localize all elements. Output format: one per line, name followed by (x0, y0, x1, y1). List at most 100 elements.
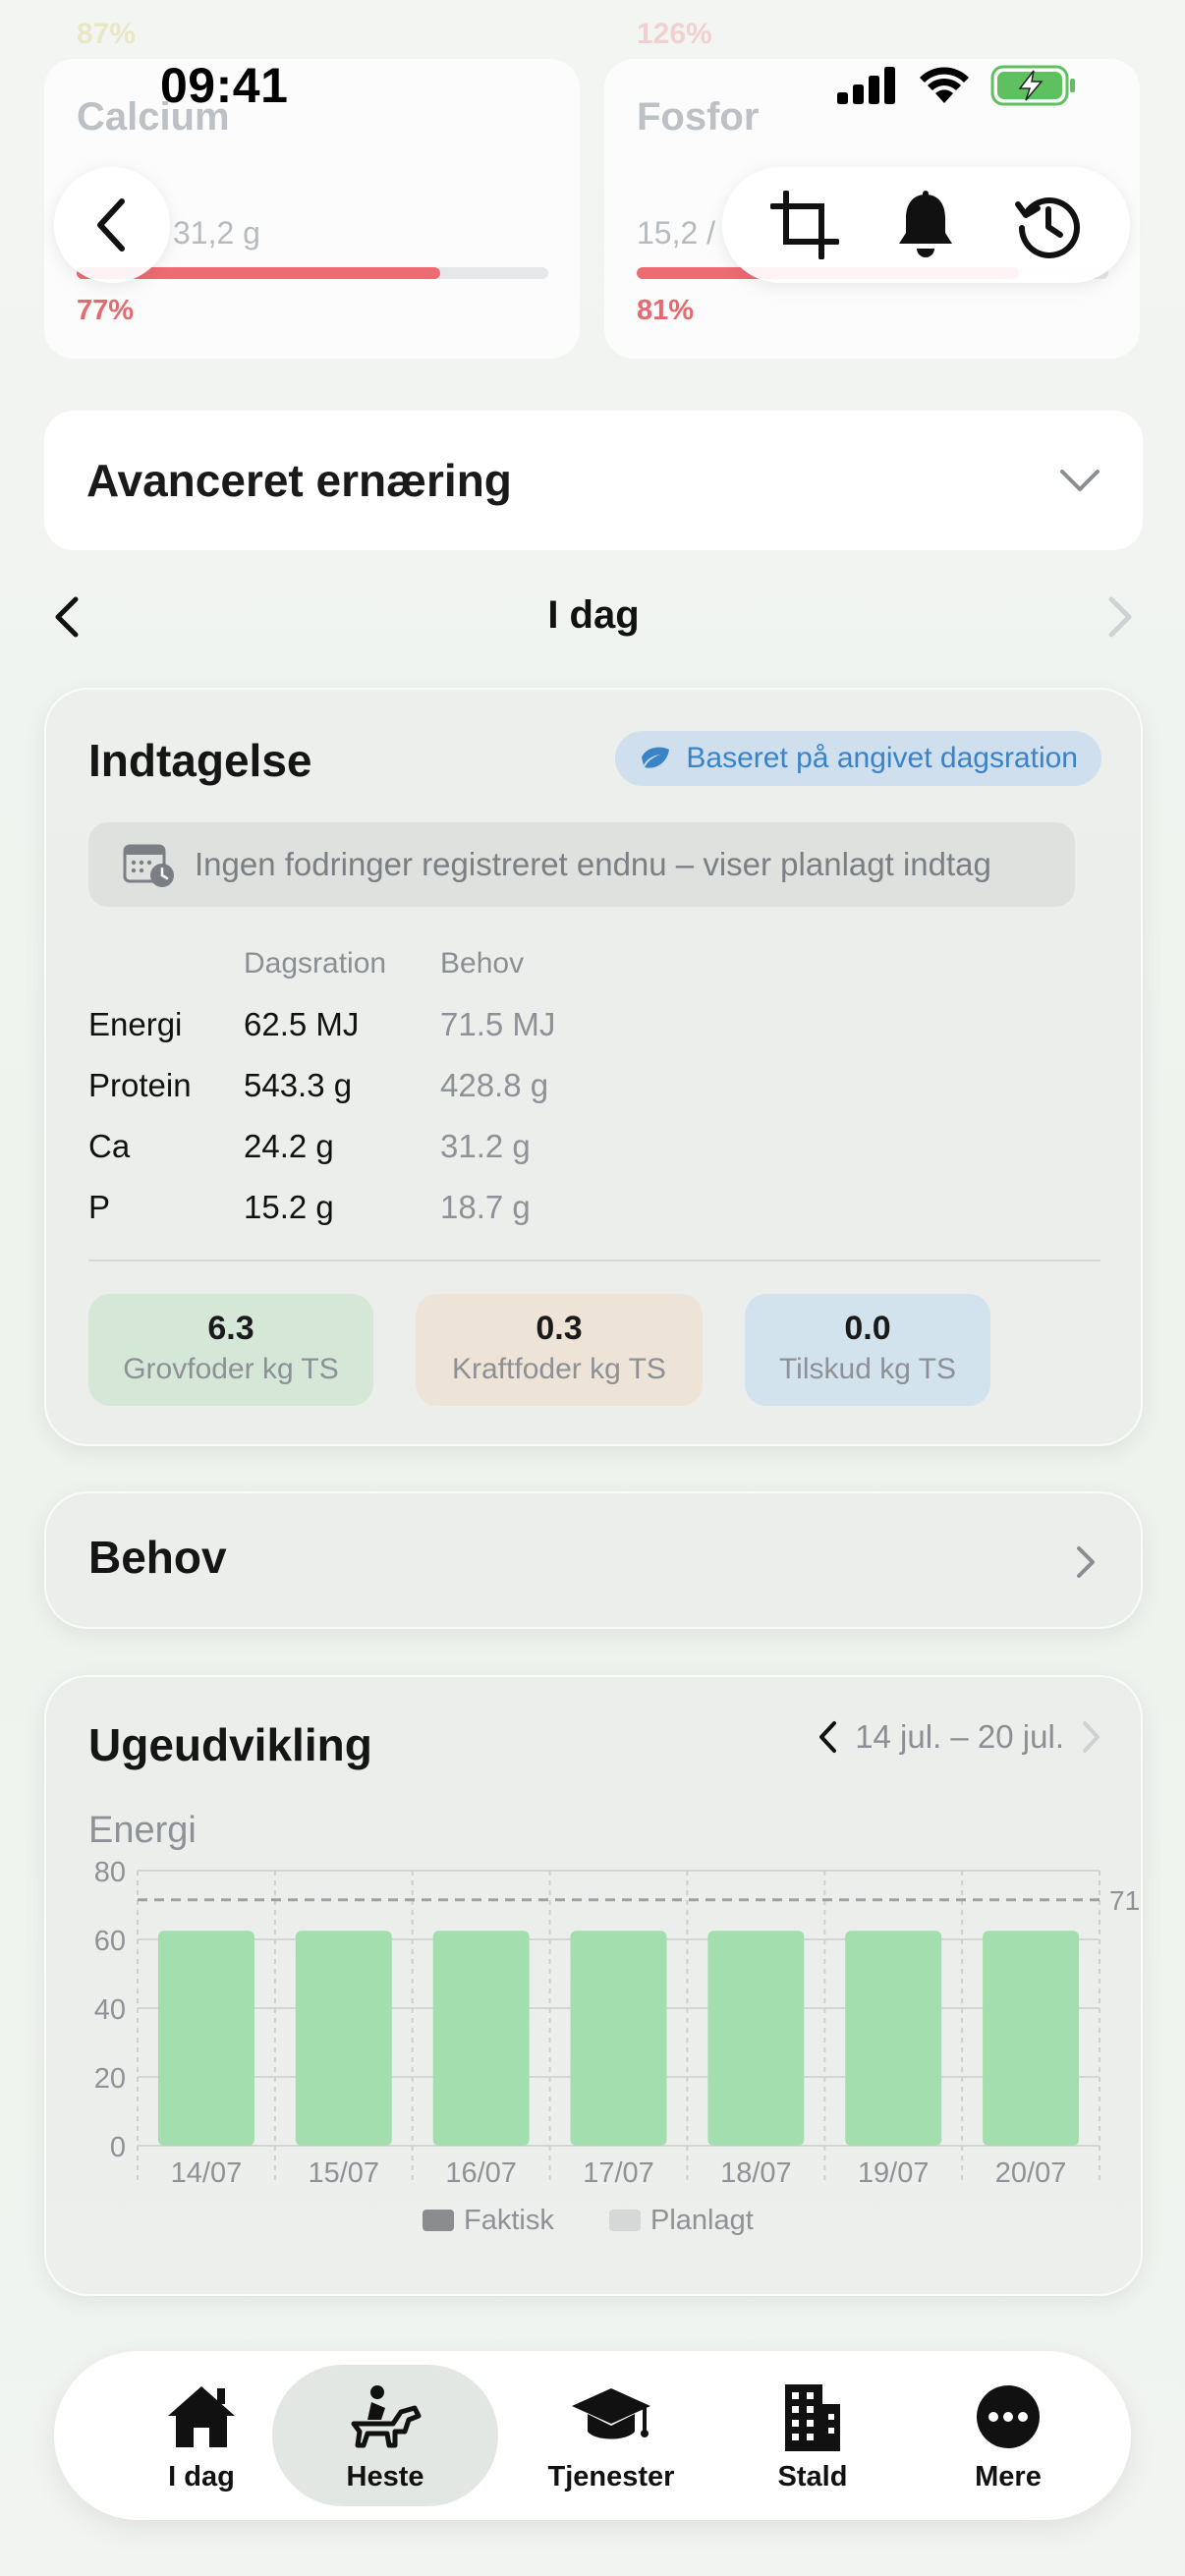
calendar-clock-icon (123, 844, 174, 887)
bar-planned (707, 1931, 805, 2146)
chart-title: Energi (88, 1810, 197, 1851)
cellular-signal-icon (837, 67, 895, 104)
supplement-chip: 0.0 Tilskud kg TS (745, 1294, 990, 1406)
concentrate-value: 0.3 (536, 1310, 583, 1347)
y-tick-label: 20 (94, 2063, 126, 2095)
tab-more[interactable]: Mere (905, 2365, 1111, 2506)
bell-icon (899, 191, 953, 257)
chevron-right-icon (1108, 596, 1132, 638)
x-tick-label: 18/07 (720, 2157, 792, 2189)
ghost-percentage-left: 87% (77, 18, 137, 50)
more-icon (977, 2385, 1040, 2448)
x-tick-label: 14/07 (171, 2157, 243, 2189)
status-time: 09:41 (160, 58, 289, 113)
legend-swatch-planned (609, 2210, 641, 2231)
phosphorus-value: 15,2 / (637, 215, 716, 251)
day-label: I dag (547, 593, 640, 637)
crop-icon (769, 191, 839, 259)
building-icon (785, 2384, 840, 2451)
chevron-right-icon (1077, 1546, 1095, 1578)
history-button[interactable] (1008, 186, 1087, 264)
table-row: P 15.2 g 18.7 g (88, 1189, 1100, 1248)
table-row: Protein 543.3 g 428.8 g (88, 1067, 1100, 1126)
supplement-label: Tilskud kg TS (778, 1353, 957, 1385)
divider (88, 1260, 1100, 1261)
row-need: 71.5 MJ (440, 1006, 556, 1042)
leaf-icon (642, 747, 670, 768)
supplement-value: 0.0 (844, 1310, 891, 1347)
x-tick-label: 19/07 (858, 2157, 930, 2189)
row-label: Protein (88, 1067, 192, 1103)
y-tick-label: 40 (94, 1994, 126, 2026)
reference-line-label: 71 (1109, 1885, 1140, 1916)
crop-button[interactable] (765, 186, 844, 264)
day-navigation: I dag (44, 586, 1143, 654)
no-feedings-text: Ingen fodringer registreret endnu – vise… (195, 846, 991, 882)
tab-label: Mere (975, 2461, 1042, 2492)
legend-label-planned: Planlagt (650, 2205, 754, 2236)
intake-title: Indtagelse (88, 735, 312, 786)
legend-label-actual: Faktisk (464, 2205, 554, 2236)
row-ration: 62.5 MJ (244, 1006, 360, 1042)
no-feedings-notice: Ingen fodringer registreret endnu – vise… (88, 822, 1075, 907)
tab-label: Stald (777, 2461, 848, 2492)
phosphorus-percentage: 81% (637, 295, 695, 326)
bar-planned (570, 1931, 667, 2146)
roughage-chip: 6.3 Grovfoder kg TS (88, 1294, 373, 1406)
roughage-label: Grovfoder kg TS (123, 1353, 339, 1385)
row-ration: 15.2 g (244, 1189, 334, 1225)
energy-chart: Energi 0 20 40 60 80 14/07 15/07 16/07 17/07 18/07… (88, 1810, 1140, 2236)
row-label: Energi (88, 1006, 183, 1042)
ration-badge[interactable]: Baseret på angivet dagsration (615, 731, 1101, 786)
chevron-down-icon (1060, 470, 1100, 491)
table-row: Energi 62.5 MJ 71.5 MJ (88, 1006, 1100, 1065)
roughage-value: 6.3 (207, 1310, 254, 1347)
graduation-cap-icon (572, 2388, 650, 2439)
next-day-button[interactable] (1105, 595, 1135, 644)
tab-stable[interactable]: Stald (709, 2365, 916, 2506)
bar-planned (983, 1931, 1080, 2146)
tab-label: Heste (346, 2461, 424, 2492)
house-icon (168, 2386, 235, 2447)
tab-bar: I dag Heste Tjenester Stald Mere (54, 2351, 1131, 2520)
y-tick-label: 60 (94, 1926, 126, 1957)
needs-card[interactable]: Behov (44, 1491, 1143, 1629)
ghost-percentage-right: 126% (637, 18, 712, 50)
weekly-card: Ugeudvikling 14 jul. – 20 jul. Energi 0 20… (44, 1675, 1143, 2296)
history-icon (1015, 196, 1081, 258)
row-need: 31.2 g (440, 1128, 531, 1164)
row-ration: 24.2 g (244, 1128, 334, 1164)
phosphorus-title: Fosfor (637, 95, 760, 139)
app-screen: 87% 126% Calcium 31,2 g 77% Fosfor 15,2 … (0, 0, 1185, 2576)
legend-swatch-actual (423, 2210, 454, 2231)
column-header-need: Behov (440, 947, 525, 980)
concentrate-label: Kraftfoder kg TS (452, 1353, 666, 1385)
needs-title: Behov (88, 1532, 227, 1583)
row-need: 428.8 g (440, 1067, 549, 1103)
tab-label: Tjenester (547, 2461, 675, 2492)
bar-planned (845, 1931, 942, 2146)
bar-planned (432, 1931, 530, 2146)
tab-horses[interactable]: Heste (272, 2365, 498, 2506)
advanced-nutrition-title: Avanceret ernæring (86, 455, 512, 506)
back-button[interactable] (54, 167, 170, 283)
bar-planned (295, 1931, 392, 2146)
advanced-nutrition-dropdown[interactable]: Avanceret ernæring (44, 411, 1143, 550)
ration-badge-label: Baseret på angivet dagsration (686, 742, 1078, 774)
x-tick-label: 20/07 (995, 2157, 1067, 2189)
row-label: Ca (88, 1128, 131, 1164)
row-ration: 543.3 g (244, 1067, 353, 1103)
x-tick-label: 15/07 (308, 2157, 379, 2189)
calcium-value: 31,2 g (173, 215, 260, 251)
toolbar-pill (722, 167, 1130, 283)
concentrate-chip: 0.3 Kraftfoder kg TS (416, 1294, 703, 1406)
y-tick-label: 80 (94, 1857, 126, 1888)
notifications-button[interactable] (886, 186, 965, 264)
wifi-icon (920, 67, 969, 103)
intake-card: Indtagelse Baseret på angivet dagsration… (44, 688, 1143, 1446)
horse-rider-icon (351, 2385, 422, 2448)
y-tick-label: 0 (110, 2132, 126, 2163)
row-label: P (88, 1189, 111, 1225)
row-need: 18.7 g (440, 1189, 531, 1225)
tab-services[interactable]: Tjenester (508, 2365, 714, 2506)
